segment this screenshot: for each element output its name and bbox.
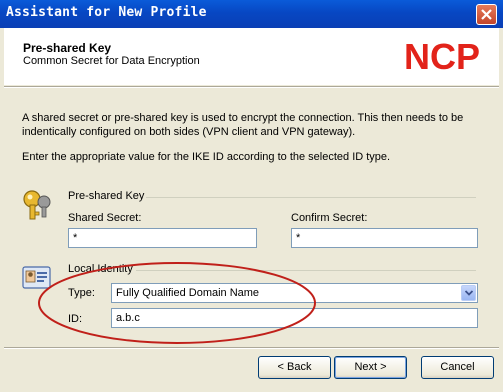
confirm-secret-label: Confirm Secret: [291, 212, 368, 224]
next-button[interactable]: Next > [334, 356, 407, 379]
header-divider [4, 86, 499, 88]
id-label: ID: [68, 313, 83, 325]
preshared-group-label: Pre-shared Key [68, 190, 145, 202]
type-select[interactable]: Fully Qualified Domain Name [111, 283, 478, 303]
ncp-logo: NCP [404, 36, 480, 76]
dropdown-button[interactable] [461, 285, 476, 301]
cancel-button[interactable]: Cancel [421, 356, 494, 379]
key-icon [20, 188, 54, 225]
identity-group-label: Local Identity [68, 263, 133, 275]
next-button-label: Next > [354, 361, 387, 373]
page-subtitle: Common Secret for Data Encryption [23, 55, 200, 67]
chevron-down-icon [465, 290, 473, 296]
window-title: Assistant for New Profile [6, 5, 207, 20]
cancel-button-label: Cancel [440, 361, 475, 373]
logo-text: NCP [404, 36, 480, 76]
wizard-window: Assistant for New Profile Pre-shared Key… [0, 0, 503, 392]
id-input[interactable]: a.b.c [111, 308, 478, 328]
footer-divider [4, 347, 499, 349]
shared-secret-input[interactable]: * [68, 228, 257, 248]
back-button-label: < Back [277, 361, 312, 373]
shared-secret-label: Shared Secret: [68, 212, 142, 224]
instruction-text: Enter the appropriate value for the IKE … [22, 151, 391, 163]
type-select-value: Fully Qualified Domain Name [116, 287, 260, 299]
title-bar[interactable]: Assistant for New Profile [0, 0, 503, 28]
back-button[interactable]: < Back [258, 356, 331, 379]
page-title: Pre-shared Key [23, 41, 112, 55]
preshared-group-line [146, 197, 476, 198]
type-label: Type: [68, 287, 95, 299]
close-button[interactable] [476, 4, 497, 25]
wizard-header: Pre-shared Key Common Secret for Data En… [4, 28, 499, 85]
close-icon [481, 9, 492, 20]
id-card-icon [22, 264, 52, 295]
confirm-secret-input[interactable]: * [291, 228, 478, 248]
description-text: A shared secret or pre-shared key is use… [22, 112, 464, 138]
identity-group-line [136, 270, 476, 271]
